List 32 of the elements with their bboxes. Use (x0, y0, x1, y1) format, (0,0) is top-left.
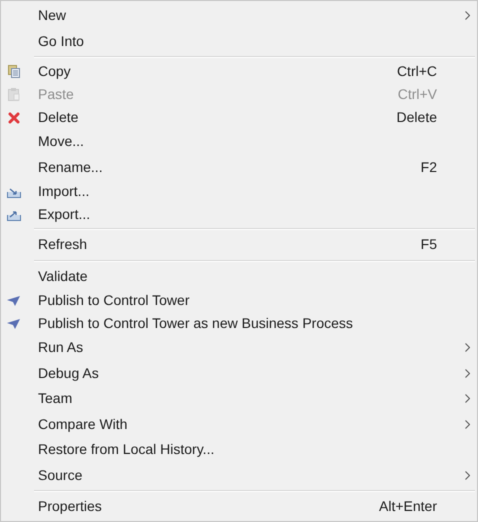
paper-plane-icon (7, 296, 20, 306)
menu-item[interactable]: Copy Ctrl+C (1, 60, 477, 83)
menu-item[interactable]: Compare With (1, 412, 477, 437)
menu-item[interactable]: Run As (1, 335, 477, 360)
paper-plane-icon (7, 318, 20, 328)
menu-item[interactable]: Move... (1, 129, 477, 154)
menu-item[interactable]: Export... (1, 203, 477, 226)
close-icon (8, 112, 20, 124)
chevron-right-icon (464, 470, 470, 480)
menu-item[interactable]: Refresh F5 (1, 232, 477, 258)
chevron-right-icon (464, 11, 470, 20)
tray-arrow-icon (6, 208, 20, 220)
chevron-right-icon (464, 368, 470, 378)
menu-item[interactable]: Delete Delete (1, 106, 477, 129)
menu-item[interactable]: Restore from Local History... (1, 437, 477, 462)
menu-item[interactable]: Go Into (1, 28, 477, 54)
menu-item[interactable]: Validate (1, 264, 477, 289)
menu-item[interactable]: Import... (1, 180, 477, 203)
chevron-right-icon (464, 394, 470, 404)
tray-arrow-icon (6, 186, 20, 198)
menu-item[interactable]: Publish to Control Tower as new Business Process (1, 312, 477, 335)
menu-item[interactable]: Team (1, 386, 477, 412)
menu-item[interactable]: Properties Alt+Enter (1, 494, 477, 520)
menu-item[interactable]: New (1, 3, 477, 28)
menu-item[interactable]: Debug As (1, 360, 477, 386)
menu-item[interactable]: Source (1, 462, 477, 488)
chevron-right-icon (464, 420, 470, 429)
clipboard-icon (8, 88, 20, 101)
menu-item[interactable]: Rename... F2 (1, 154, 477, 180)
menu-item[interactable]: Publish to Control Tower (1, 289, 477, 312)
documents-icon (8, 65, 20, 78)
chevron-right-icon (464, 343, 470, 352)
